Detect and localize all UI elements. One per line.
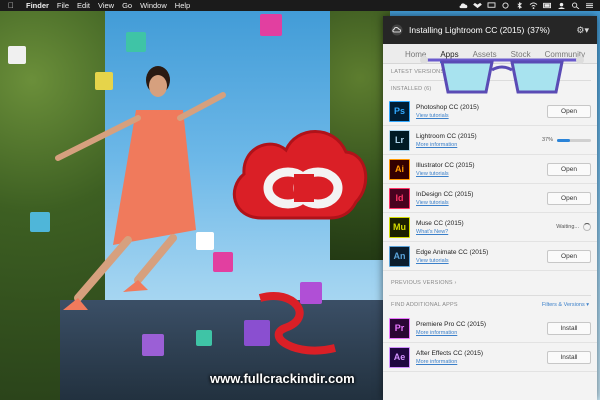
installed-apps-list: Ps Photoshop CC (2015) View tutorials Open L… xyxy=(383,97,597,271)
open-button[interactable]: Open xyxy=(547,249,591,263)
app-info-link[interactable]: What's New? xyxy=(416,229,464,235)
notification-center-icon[interactable] xyxy=(585,2,594,9)
menu-file[interactable]: File xyxy=(57,1,69,10)
app-icon: Mu xyxy=(389,216,410,238)
app-action: Open xyxy=(547,162,591,176)
creative-cloud-logo xyxy=(232,130,368,220)
app-action: Open xyxy=(547,249,591,263)
previous-versions-text: PREVIOUS VERSIONS xyxy=(391,280,453,286)
app-info: Edge Animate CC (2015) View tutorials xyxy=(416,249,488,264)
menu-help[interactable]: Help xyxy=(175,1,190,10)
app-info: Lightroom CC (2015) More information xyxy=(416,133,477,148)
additional-apps-list: Pr Premiere Pro CC (2015) More information… xyxy=(383,314,597,372)
watermark-text: www.fullcrackindir.com xyxy=(210,371,355,386)
app-info-link[interactable]: View tutorials xyxy=(416,200,473,206)
app-icon: Id xyxy=(389,187,410,209)
app-action: Waiting... xyxy=(556,223,591,231)
app-icon: Ae xyxy=(389,346,410,368)
app-action: Install xyxy=(547,350,591,364)
wallpaper-cube xyxy=(142,334,164,356)
install-button[interactable]: Install xyxy=(547,350,591,364)
display-icon[interactable] xyxy=(487,2,496,9)
chevron-right-icon: › xyxy=(454,280,457,286)
menu-bar-status-area xyxy=(459,2,594,9)
open-button[interactable]: Open xyxy=(547,162,591,176)
install-progress-text: (37%) xyxy=(527,25,550,35)
app-action: Open xyxy=(547,191,591,205)
menu-app-name[interactable]: Finder xyxy=(26,1,49,10)
app-row: Pr Premiere Pro CC (2015) More information… xyxy=(383,314,597,343)
app-name: Lightroom CC (2015) xyxy=(416,132,477,140)
macos-menu-bar:  Finder File Edit View Go Window Help xyxy=(0,0,600,11)
creative-cloud-menu-icon[interactable] xyxy=(459,2,468,9)
wifi-icon[interactable] xyxy=(529,2,538,9)
filters-versions-label: Filters & Versions xyxy=(541,302,585,308)
app-info-link[interactable]: View tutorials xyxy=(416,258,488,264)
app-name: Premiere Pro CC (2015) xyxy=(416,320,487,328)
app-info: Muse CC (2015) What's New? xyxy=(416,220,464,235)
app-info: InDesign CC (2015) View tutorials xyxy=(416,191,473,206)
wallpaper-cube xyxy=(196,330,212,346)
app-info: After Effects CC (2015) More information xyxy=(416,350,483,365)
spotlight-search-icon[interactable] xyxy=(571,2,580,9)
app-info-link[interactable]: More information xyxy=(416,142,477,148)
wallpaper-cube xyxy=(260,14,282,36)
app-icon: Lr xyxy=(389,129,410,151)
dropbox-icon[interactable] xyxy=(473,2,482,9)
app-info: Illustrator CC (2015) View tutorials xyxy=(416,162,475,177)
watermark-glasses-logo xyxy=(420,56,584,94)
install-status: Waiting... xyxy=(556,224,579,230)
app-info: Premiere Pro CC (2015) More information xyxy=(416,321,486,336)
app-icon: Ai xyxy=(389,158,410,180)
find-additional-apps-label: FIND ADDITIONAL APPS xyxy=(391,302,458,308)
app-row: Lr Lightroom CC (2015) More information 37% xyxy=(383,126,597,155)
red-ribbon xyxy=(258,292,336,355)
menu-edit[interactable]: Edit xyxy=(77,1,90,10)
find-additional-apps-row: FIND ADDITIONAL APPS Filters & Versions … xyxy=(383,296,597,314)
bluetooth-icon[interactable] xyxy=(515,2,524,9)
app-name: InDesign CC (2015) xyxy=(416,190,474,198)
app-name: Muse CC (2015) xyxy=(416,219,464,227)
install-progress-fill xyxy=(557,138,570,142)
install-progress-bar xyxy=(557,138,591,142)
app-name: Edge Animate CC (2015) xyxy=(416,248,489,256)
app-info-link[interactable]: More information xyxy=(416,359,483,365)
install-status-title: Installing Lightroom CC (2015) xyxy=(409,25,525,35)
menu-go[interactable]: Go xyxy=(122,1,132,10)
chevron-down-icon: ▾ xyxy=(586,302,589,308)
app-name: After Effects CC (2015) xyxy=(416,349,484,357)
app-name: Illustrator CC (2015) xyxy=(416,161,475,169)
battery-icon[interactable] xyxy=(543,2,552,9)
install-button[interactable]: Install xyxy=(547,321,591,335)
app-icon: Pr xyxy=(389,317,410,339)
previous-versions-label[interactable]: PREVIOUS VERSIONS › xyxy=(383,271,597,295)
app-icon: Ps xyxy=(389,100,410,122)
gear-icon[interactable]: ⚙▾ xyxy=(576,25,589,36)
app-row: Id InDesign CC (2015) View tutorials Open xyxy=(383,184,597,213)
app-row: Ai Illustrator CC (2015) View tutorials Ope… xyxy=(383,155,597,184)
app-row: An Edge Animate CC (2015) View tutorials Op… xyxy=(383,242,597,271)
install-status: 37% xyxy=(541,137,553,143)
app-row: Mu Muse CC (2015) What's New? Waiting... xyxy=(383,213,597,242)
filters-versions-dropdown[interactable]: Filters & Versions ▾ xyxy=(542,302,589,308)
app-icon: An xyxy=(389,245,410,267)
open-button[interactable]: Open xyxy=(547,191,591,205)
spinner-icon xyxy=(583,223,591,231)
user-icon[interactable] xyxy=(557,2,566,9)
app-action: Install xyxy=(547,321,591,335)
woman-illustration xyxy=(55,66,226,310)
app-row: Ae After Effects CC (2015) More informatio… xyxy=(383,343,597,372)
time-machine-icon[interactable] xyxy=(501,2,510,9)
menu-view[interactable]: View xyxy=(98,1,114,10)
menu-window[interactable]: Window xyxy=(140,1,167,10)
app-info-link[interactable]: View tutorials xyxy=(416,171,475,177)
apple-menu-icon[interactable]:  xyxy=(6,1,16,10)
app-action: 37% xyxy=(542,137,591,143)
creative-cloud-icon xyxy=(391,24,403,36)
app-info-link[interactable]: More information xyxy=(416,330,486,336)
